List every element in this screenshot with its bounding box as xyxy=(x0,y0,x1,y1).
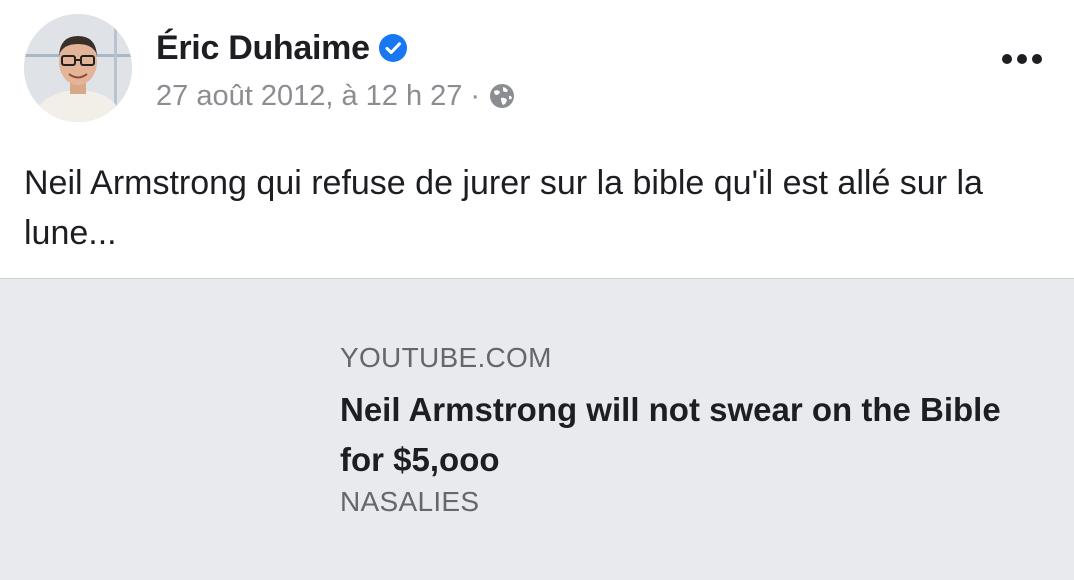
avatar-photo xyxy=(24,14,132,122)
more-options-icon-dot xyxy=(1017,54,1027,64)
link-preview-card[interactable]: YOUTUBE.COM Neil Armstrong will not swea… xyxy=(0,278,1074,580)
verified-badge-icon xyxy=(378,33,408,63)
link-source: NASALIES xyxy=(340,486,480,517)
more-options-icon-dot xyxy=(1032,54,1042,64)
post-header: Éric Duhaime 27 août 2012, à 12 h 27 · xyxy=(0,0,1074,130)
more-options-icon-dot xyxy=(1002,54,1012,64)
link-title[interactable]: Neil Armstrong will not swear on the Bib… xyxy=(340,385,1040,485)
link-domain: YOUTUBE.COM xyxy=(340,342,552,373)
post-meta: 27 août 2012, à 12 h 27 · xyxy=(156,78,516,114)
more-options-button[interactable] xyxy=(992,44,1052,74)
post-body-text: Neil Armstrong qui refuse de jurer sur l… xyxy=(24,164,983,252)
facebook-post: Éric Duhaime 27 août 2012, à 12 h 27 · N… xyxy=(0,0,1074,580)
author-line: Éric Duhaime xyxy=(156,28,408,68)
post-timestamp[interactable]: 27 août 2012, à 12 h 27 xyxy=(156,78,462,114)
author-avatar[interactable] xyxy=(24,14,132,122)
author-name[interactable]: Éric Duhaime xyxy=(156,28,370,68)
globe-icon xyxy=(488,82,516,110)
meta-separator: · xyxy=(470,80,481,112)
